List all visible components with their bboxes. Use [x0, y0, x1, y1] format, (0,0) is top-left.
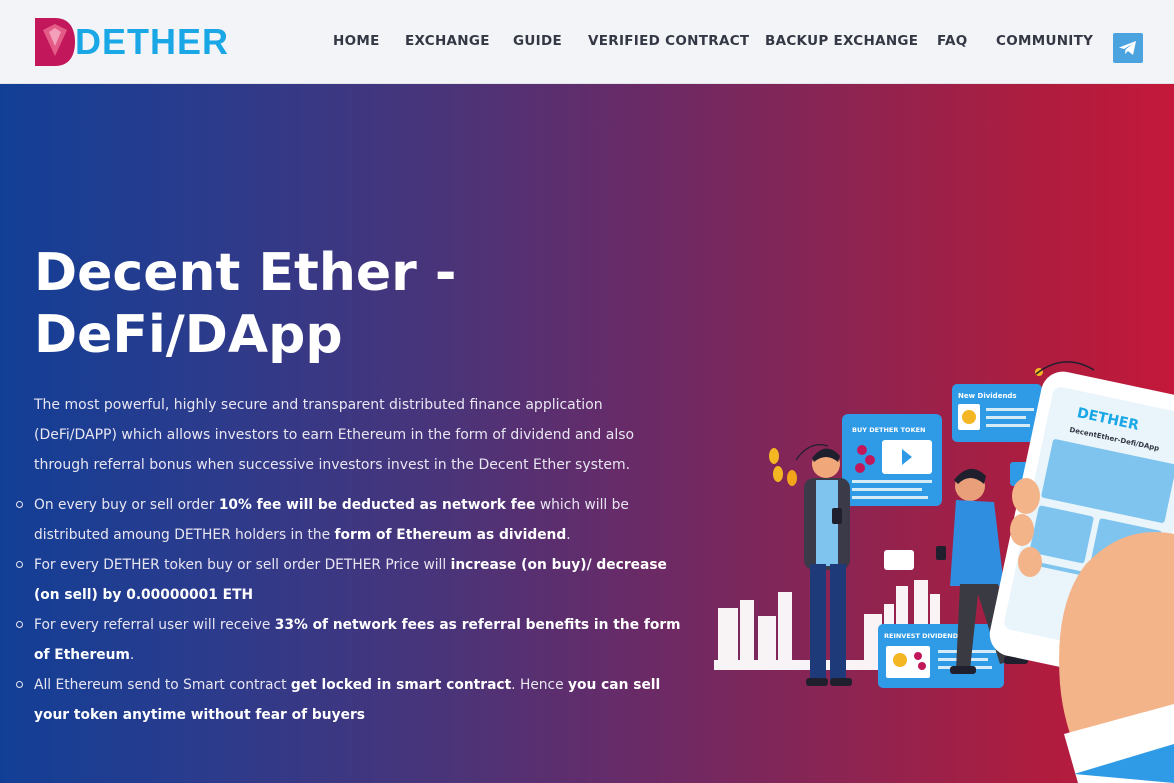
nav-faq[interactable]: FAQ [937, 33, 968, 49]
nav-guide[interactable]: GUIDE [513, 33, 562, 49]
telegram-icon [1119, 41, 1136, 55]
chat-bubble-graphic [884, 550, 914, 570]
nav-community[interactable]: COMMUNITY [996, 33, 1093, 49]
nav-exchange[interactable]: EXCHANGE [405, 33, 490, 49]
site-header: DETHER HOME EXCHANGE GUIDE VERIFIED CONT… [0, 0, 1174, 84]
nav-home[interactable]: HOME [333, 33, 380, 49]
buy-card-title: BUY DETHER TOKEN [852, 426, 926, 434]
feature-item: For every DETHER token buy or sell order… [16, 550, 686, 610]
feature-item: On every buy or sell order 10% fee will … [16, 490, 686, 550]
reinvest-dividends-card: REINVEST DIVIDENDS [878, 624, 1004, 688]
telegram-button[interactable] [1113, 33, 1143, 63]
hero-intro: The most powerful, highly secure and tra… [34, 397, 635, 473]
main-nav: HOME EXCHANGE GUIDE VERIFIED CONTRACT BA… [0, 33, 1174, 53]
hero-section: Decent Ether - DeFi/DApp The most powerf… [0, 84, 1174, 783]
feature-item: For every referral user will receive 33%… [16, 610, 686, 670]
new-dividends-card: New Dividends [952, 384, 1042, 442]
man-with-phone-graphic [804, 448, 852, 686]
dividends-card-title: New Dividends [958, 392, 1017, 400]
feature-list: On every buy or sell order 10% fee will … [16, 490, 686, 730]
nav-backup-exchange[interactable]: BACKUP EXCHANGE [765, 33, 918, 49]
buy-token-card: BUY DETHER TOKEN [842, 414, 942, 506]
hero-title: Decent Ether - DeFi/DApp [34, 243, 457, 365]
nav-verified-contract[interactable]: VERIFIED CONTRACT [588, 33, 749, 49]
hero-illustration: BUY DETHER TOKEN New Dividends REINVEST … [714, 361, 1174, 783]
reinvest-card-title: REINVEST DIVIDENDS [884, 632, 963, 640]
page: DETHER HOME EXCHANGE GUIDE VERIFIED CONT… [0, 0, 1174, 783]
feature-item: All Ethereum send to Smart contract get … [16, 670, 686, 730]
